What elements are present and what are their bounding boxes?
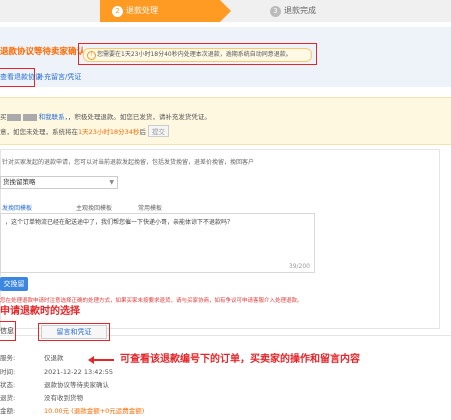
step-refund-processing: 2 退款处理 — [100, 0, 231, 22]
retention-message-input[interactable]: ，这个订单物流已经在配送途中了，我们帮您催一下快递小哥，亲能体谅下不退款吗？ 3… — [0, 213, 315, 273]
annotation-select-hint: 申请退款时的选择 — [0, 306, 80, 317]
countdown-notice: ! 您需要在1天23小时18分40秒内处理本次退款，逾期系统自动同意退款。 — [83, 48, 312, 62]
info-row-amount: 金额: 10.00元 (退款金额+0元运费金额) — [0, 407, 145, 415]
tab-messages-evidence[interactable]: 留言和凭证 — [41, 325, 107, 339]
info-row-status: 状态: 退款协议等待卖家确认 — [0, 381, 109, 389]
notice-line-2: 意，如您未处理，系统将在1天23小时18分34秒后 提交 — [0, 125, 170, 137]
notice-line-1: 买 和我联系，，积极处理退款。如您已发货，请补充发货凭证。 — [0, 113, 211, 121]
info-row-time: 时间: 2021-12-22 13:42:55 — [0, 368, 114, 376]
annotation-order-hint: 可查看该退款编号下的订单，买卖家的操作和留言内容 — [120, 354, 360, 365]
tab-common-template[interactable]: 常用模板 — [138, 203, 162, 212]
masked-name — [6, 113, 21, 121]
tab-subjective-template[interactable]: 主观挽回模板 — [76, 203, 112, 212]
template-tabs: 发挽回模板 主观挽回模板 常用模板 — [0, 201, 210, 213]
info-row-service: 服务: 仅退款 — [0, 354, 64, 362]
view-protocol-link[interactable]: 查看退款协议 — [0, 72, 42, 82]
refund-status-title: 退款协议等待卖家确认 — [0, 47, 86, 57]
clock-icon: ! — [87, 51, 96, 60]
step-refund-complete: 3 退款完成 — [270, 0, 316, 22]
tab-shipping-template[interactable]: 发挽回模板 — [2, 203, 32, 212]
supplement-evidence-link[interactable]: 补充留言/凭证 — [37, 72, 81, 82]
contact-me-link[interactable]: 和我联系， — [39, 113, 68, 121]
chevron-down-icon: ▼ — [109, 179, 114, 186]
countdown-text: 您需要在1天23小时18分40秒内处理本次退款，逾期系统自动同意退款。 — [97, 51, 292, 58]
submit-retention-button[interactable]: 交挽留 — [0, 277, 28, 291]
step-label: 退款处理 — [126, 6, 158, 15]
submit-evidence-button[interactable]: 提交 — [148, 125, 170, 137]
retention-description: 针对买家发起的退款申请，您可以对当前退款发起挽留，包括发货挽留，退差价挽留，挽回… — [2, 159, 255, 166]
retention-strategy-select[interactable]: 货挽留策略 ▼ — [0, 176, 118, 189]
step-number: 2 — [112, 6, 123, 17]
arrow-left-icon — [88, 356, 94, 364]
char-counter: 39/200 — [288, 263, 310, 270]
annotation-arrow — [92, 359, 114, 361]
info-row-goods: 退货: 没有收到货物 — [0, 394, 83, 402]
tab-refund-info[interactable]: 信息 — [0, 326, 14, 336]
countdown-highlight: ! 您需要在1天23小时18分40秒内处理本次退款，逾期系统自动同意退款。 — [78, 43, 317, 65]
masked-name — [22, 113, 37, 121]
step-label: 退款完成 — [284, 6, 316, 15]
refund-notice — [0, 97, 451, 145]
auto-timer: 1天23小时18分34秒 — [78, 128, 140, 136]
step-number: 3 — [270, 6, 281, 17]
